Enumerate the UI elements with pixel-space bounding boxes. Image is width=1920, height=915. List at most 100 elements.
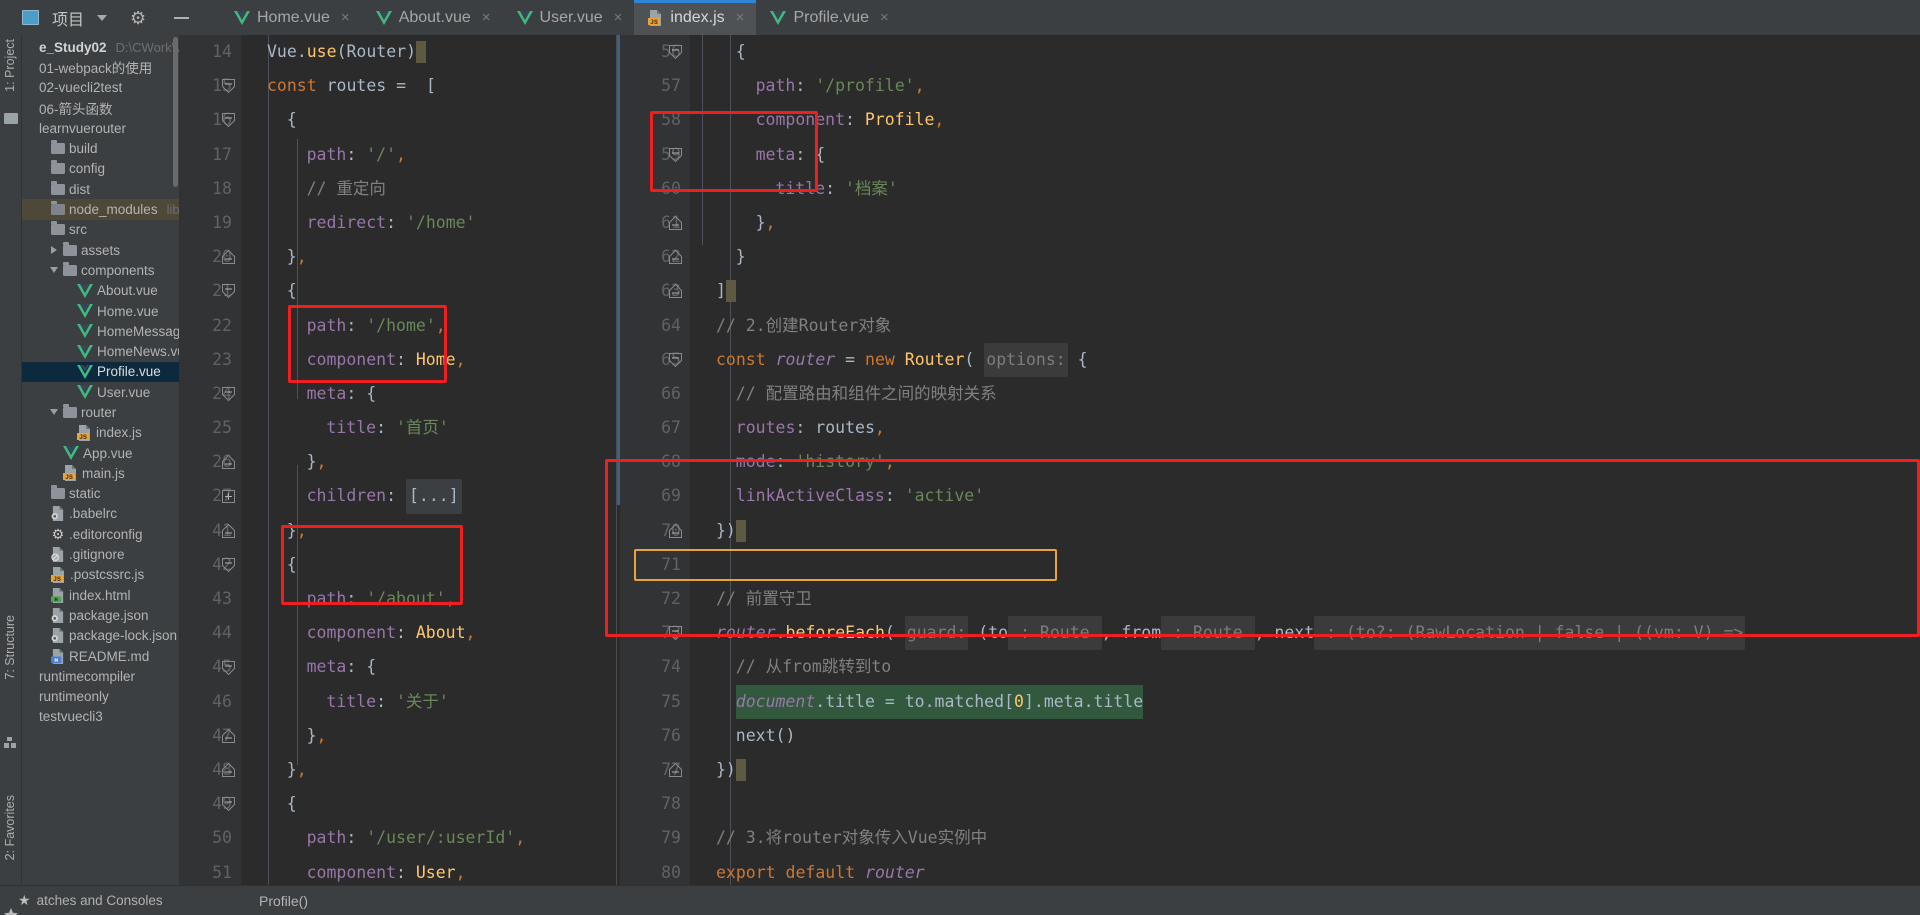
tree-item-homenews.vue[interactable]: HomeNews.vue [22,341,179,361]
chevron-down-icon[interactable] [97,14,108,21]
code-line[interactable]: next() [690,719,1920,753]
code-line[interactable]: redirect: '/home' [241,206,616,240]
code-line[interactable]: }, [690,206,1920,240]
tab-close-icon[interactable]: × [614,9,623,26]
code-line[interactable]: const routes = [ [241,69,616,103]
tree-item-learnvuerouter[interactable]: learnvuerouter [22,118,179,138]
code-line[interactable]: ] [690,274,1920,308]
tool-window-project[interactable]: 1: Project [3,39,17,92]
code-line[interactable]: component: About, [241,616,616,650]
code-fold-toggle[interactable] [669,216,682,230]
code-fold-toggle[interactable] [222,113,235,128]
code-line[interactable]: }, [241,719,616,753]
code-line[interactable]: title: '首页' [241,411,616,445]
code-line[interactable]: // 3.将router对象传入Vue实例中 [690,821,1920,855]
tree-item-index.html[interactable]: Hindex.html [22,585,179,605]
settings-gear-icon[interactable]: ⚙ [130,9,146,27]
code-line[interactable]: document.title = to.matched[0].meta.titl… [690,684,1920,719]
code-fold-toggle[interactable] [669,763,682,778]
project-panel-icon[interactable] [22,10,39,25]
code-fold-toggle[interactable] [222,763,235,778]
tab-close-icon[interactable]: × [880,9,889,26]
code-line[interactable]: path: '/', [241,138,616,172]
code-line[interactable]: { [241,103,616,137]
code-line[interactable]: meta: { [241,377,616,411]
tree-item-app.vue[interactable]: App.vue [22,443,179,463]
code-line[interactable]: }, [241,753,616,787]
tree-item-router[interactable]: router [22,402,179,422]
code-line[interactable]: path: '/home', [241,309,616,343]
folded-code-placeholder[interactable]: [...] [405,479,462,514]
tab-close-icon[interactable]: × [736,9,745,26]
code-line[interactable]: routes: routes, [690,411,1920,445]
code-line[interactable]: meta: { [241,650,616,684]
tree-item-.babelrc[interactable]: .babelrc [22,504,179,524]
chevron-down-icon[interactable] [50,266,59,275]
code-line[interactable]: linkActiveClass: 'active' [690,479,1920,513]
code-line[interactable]: }, [241,240,616,274]
code-fold-toggle[interactable] [222,729,235,743]
code-fold-toggle[interactable] [222,523,235,538]
code-line[interactable]: { [690,35,1920,69]
code-line[interactable]: { [241,274,616,308]
tree-item-02-vuecli2test[interactable]: 02-vuecli2test [22,78,179,98]
tree-item-01-webpack[interactable]: 01-webpack的使用 [22,57,179,77]
code-line[interactable]: // 重定向 [241,172,616,206]
code-fold-toggle[interactable] [669,250,682,265]
tree-item-src[interactable]: src [22,220,179,240]
code-line[interactable]: } [690,240,1920,274]
code-fold-toggle[interactable] [222,250,235,265]
code-line[interactable]: const router = new Router( options: { [690,342,1920,377]
code-line[interactable]: // 从from跳转到to [690,650,1920,684]
tree-item-config[interactable]: config [22,159,179,179]
code-fold-toggle[interactable] [222,797,235,812]
chevron-down-icon[interactable] [50,408,59,417]
code-content-right[interactable]: {path: '/profile', component: Profile, met… [690,35,1920,885]
tree-item-.gitignore[interactable]: .gitignore [22,544,179,564]
code-fold-toggle[interactable] [669,45,682,59]
code-line[interactable]: path: '/profile', [690,69,1920,103]
project-tree[interactable]: e_Study02 D:\CWork\Web 01-webpack的使用 02-vue… [22,35,179,885]
code-line[interactable] [690,787,1920,821]
tree-item-profile.vue[interactable]: Profile.vue [22,361,179,383]
code-line[interactable]: }) [690,753,1920,787]
tree-item-node_modules[interactable]: node_modules library [22,199,179,220]
tree-item-.editorconfig[interactable]: ⚙ .editorconfig [22,524,179,544]
code-fold-toggle[interactable] [669,352,682,367]
tab-about-vue[interactable]: About.vue × [362,0,503,35]
minimize-icon[interactable] [174,16,190,19]
code-fold-toggle[interactable] [669,626,682,641]
tab-user-vue[interactable]: User.vue × [503,0,635,35]
code-fold-toggle[interactable] [222,660,235,675]
code-line[interactable]: // 配置路由和组件之间的映射关系 [690,377,1920,411]
code-line[interactable]: router. beforeEach( guard: (to : Route , … [690,616,1920,651]
code-line[interactable]: export default router [690,856,1920,886]
code-fold-toggle[interactable] [222,284,235,299]
code-fold-toggle[interactable] [222,455,235,470]
tree-item-06-[interactable]: 06-箭头函数 [22,98,179,118]
code-content-left[interactable]: Vue. use (Router) const routes = [{path: '/… [241,35,616,885]
code-line[interactable]: component: User, [241,856,616,886]
editor-pane-left[interactable]: 14 15 16 17 18 19 20 21 22 23 24 25 26 27 41 42 43 44 45 46… [179,35,617,885]
code-fold-toggle[interactable] [669,147,682,162]
tree-item-user.vue[interactable]: User.vue [22,382,179,402]
tree-item-runtimecompiler[interactable]: runtimecompiler [22,666,179,686]
editor-pane-right[interactable]: 56 57 58 59 60 61 62 63 64 65 66 67 68 69 70 71 72 73 74 75… [617,35,1920,885]
tree-item-components[interactable]: components [22,260,179,280]
tree-item-testvuecli3[interactable]: testvuecli3 [22,707,179,727]
code-fold-toggle[interactable] [222,558,235,572]
tree-item-package.json[interactable]: package.json [22,605,179,625]
tree-item-static[interactable]: static [22,484,179,504]
tree-item-index.js[interactable]: JS index.js [22,423,179,443]
tab-close-icon[interactable]: × [341,9,350,26]
code-line[interactable]: title: '档案' [690,172,1920,206]
tree-item-homemessage.v[interactable]: HomeMessage.v [22,321,179,341]
code-line[interactable]: // 2.创建Router对象 [690,309,1920,343]
code-line[interactable]: // 前置守卫 [690,582,1920,616]
code-line[interactable]: component: Profile, [690,103,1920,137]
code-line[interactable]: meta: { [690,138,1920,172]
code-fold-toggle[interactable] [222,489,235,503]
chevron-right-icon[interactable] [50,245,59,255]
code-line[interactable]: { [241,548,616,582]
code-fold-toggle[interactable] [669,523,682,538]
